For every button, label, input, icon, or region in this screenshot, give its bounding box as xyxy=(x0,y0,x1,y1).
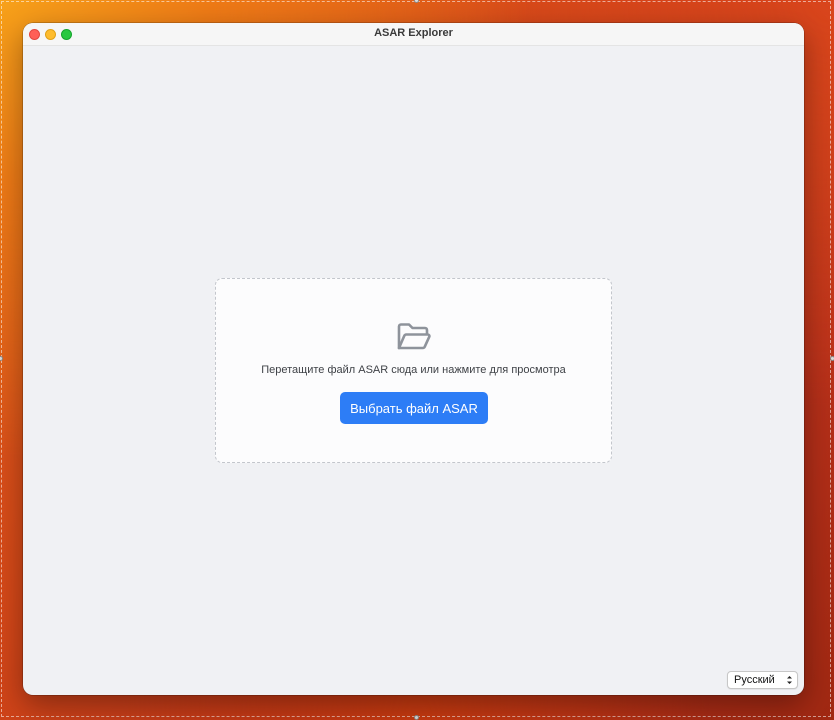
language-select-value: Русский xyxy=(734,674,775,686)
folder-open-icon xyxy=(397,323,431,350)
language-select[interactable]: Русский xyxy=(727,671,798,689)
window-title: ASAR Explorer xyxy=(374,27,453,39)
file-drop-zone[interactable]: Перетащите файл ASAR сюда или нажмите дл… xyxy=(215,278,612,463)
app-window: ASAR Explorer Перетащите файл ASAR сюда … xyxy=(23,23,804,695)
chevron-up-down-icon xyxy=(787,676,792,684)
selection-handle-bottom[interactable] xyxy=(414,715,419,720)
selection-handle-right[interactable] xyxy=(830,356,834,361)
selection-handle-top[interactable] xyxy=(414,0,419,3)
drop-zone-instructions: Перетащите файл ASAR сюда или нажмите дл… xyxy=(261,364,566,376)
selection-handle-left[interactable] xyxy=(0,356,3,361)
choose-asar-file-button[interactable]: Выбрать файл ASAR xyxy=(340,392,488,424)
title-bar[interactable]: ASAR Explorer xyxy=(23,23,804,46)
